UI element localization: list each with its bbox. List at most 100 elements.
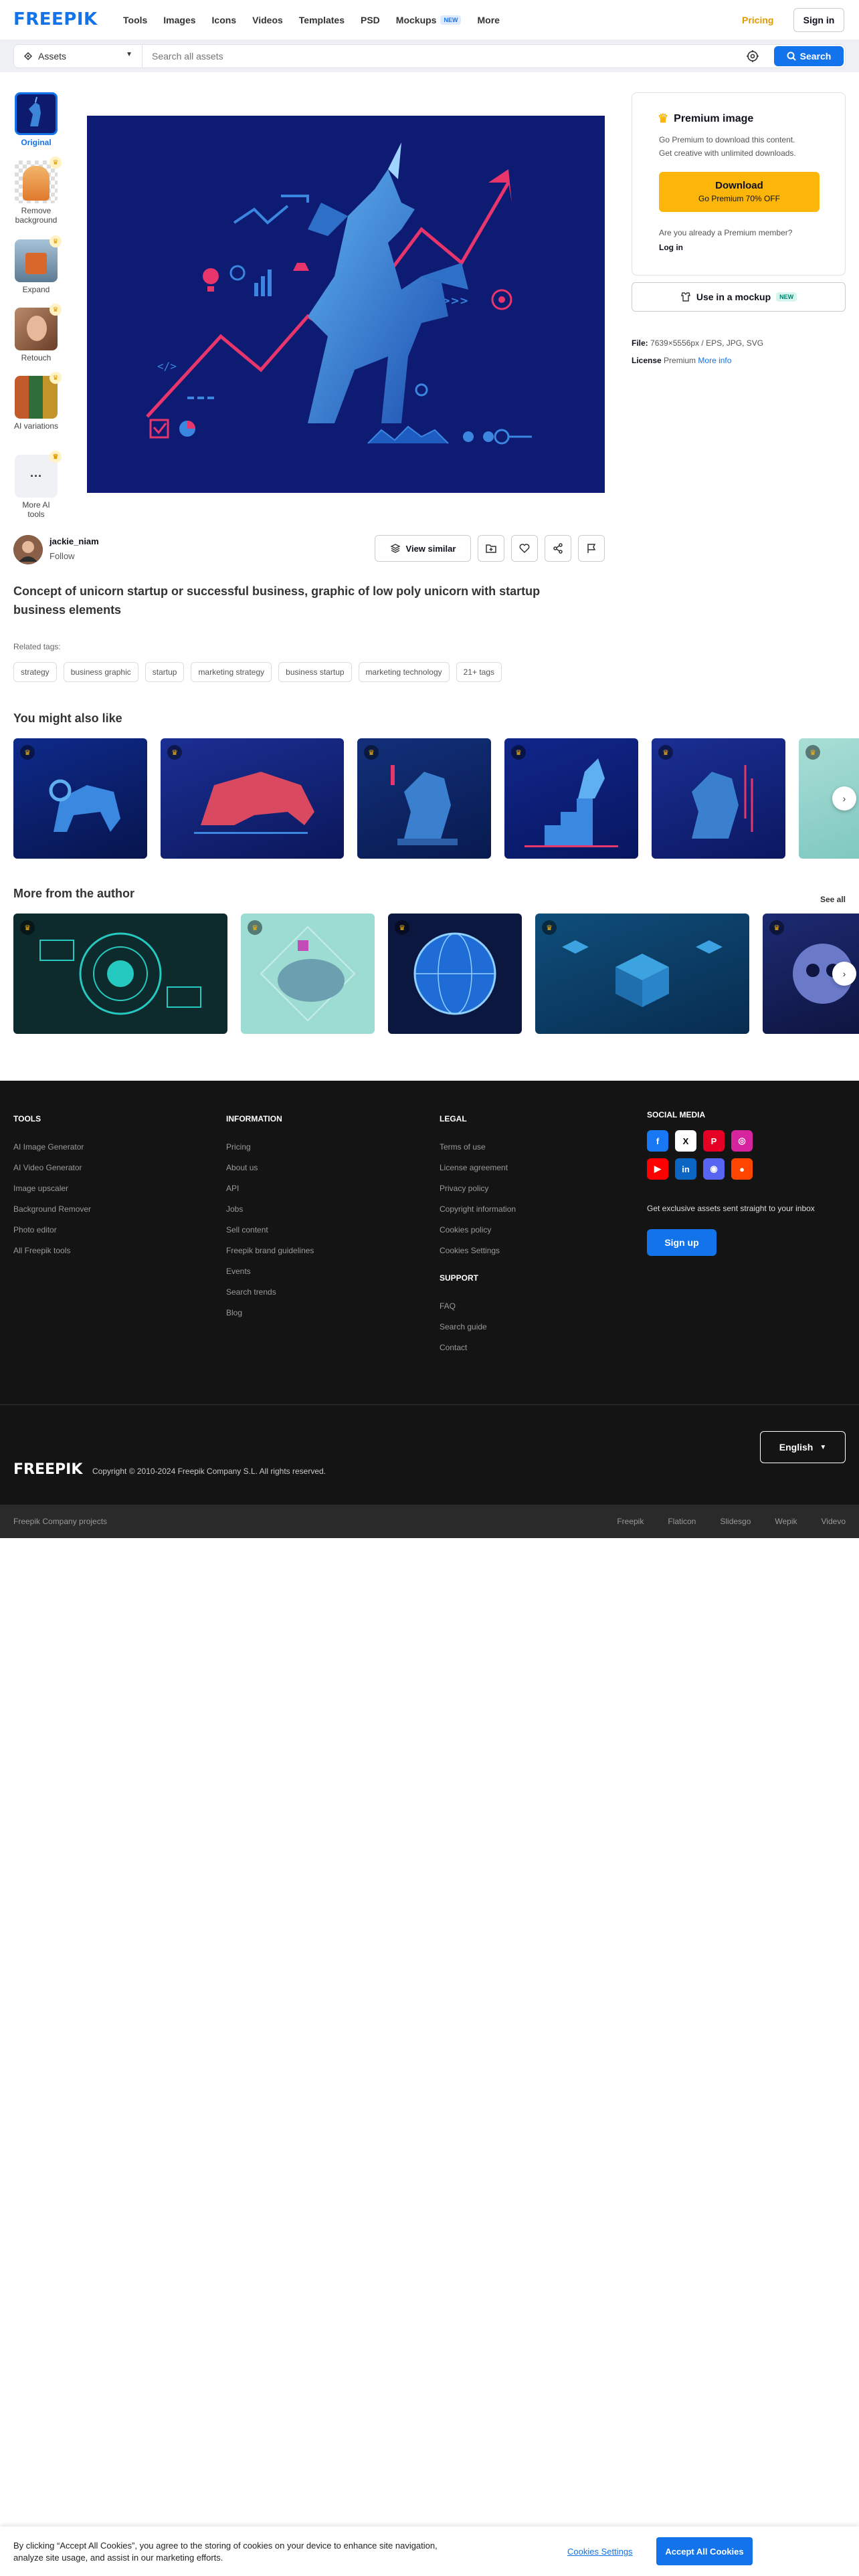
copyright-text: Copyright © 2010-2024 Freepik Company S.… bbox=[92, 1467, 326, 1476]
footer-link[interactable]: Sell content bbox=[226, 1225, 314, 1246]
tag[interactable]: marketing technology bbox=[358, 662, 450, 682]
tag[interactable]: startup bbox=[145, 662, 185, 682]
footer-link[interactable]: FAQ bbox=[440, 1301, 487, 1322]
project-link[interactable]: Freepik bbox=[617, 1517, 644, 1526]
tag[interactable]: business graphic bbox=[63, 662, 138, 682]
footer-link[interactable]: Search guide bbox=[440, 1322, 487, 1343]
add-to-collection-button[interactable] bbox=[478, 535, 504, 562]
author-card[interactable]: ♛ bbox=[241, 914, 375, 1034]
cookies-settings-link[interactable]: Cookies Settings bbox=[567, 2547, 633, 2557]
related-card[interactable]: ♛ bbox=[357, 738, 491, 859]
footer-logo[interactable]: FREEPIK bbox=[13, 1461, 82, 1478]
footer-link[interactable]: Pricing bbox=[226, 1142, 314, 1163]
share-button[interactable] bbox=[545, 535, 571, 562]
author-card[interactable]: ♛ bbox=[535, 914, 749, 1034]
tag-more[interactable]: 21+ tags bbox=[456, 662, 502, 682]
footer-link[interactable]: AI Video Generator bbox=[13, 1163, 91, 1184]
footer-link[interactable]: About us bbox=[226, 1163, 314, 1184]
more-ai-thumbnail: ··· ♛ bbox=[15, 451, 62, 498]
linkedin-icon[interactable]: in bbox=[675, 1158, 696, 1180]
visual-search-icon[interactable] bbox=[745, 49, 760, 64]
sign-in-button[interactable]: Sign in bbox=[793, 8, 844, 32]
footer-link[interactable]: Copyright information bbox=[440, 1204, 516, 1225]
view-similar-button[interactable]: View similar bbox=[375, 535, 471, 562]
project-link[interactable]: Flaticon bbox=[668, 1517, 696, 1526]
footer-link[interactable]: Freepik brand guidelines bbox=[226, 1246, 314, 1267]
footer-link[interactable]: Cookies policy bbox=[440, 1225, 516, 1246]
footer-link[interactable]: Image upscaler bbox=[13, 1184, 91, 1204]
pinterest-icon[interactable]: P bbox=[703, 1130, 725, 1152]
search-button[interactable]: Search bbox=[774, 46, 844, 66]
footer-link[interactable]: Blog bbox=[226, 1308, 314, 1329]
tool-more-ai[interactable]: ··· ♛ More AI tools bbox=[13, 451, 62, 519]
company-projects-links: Freepik Flaticon Slidesgo Wepik Videvo bbox=[617, 1517, 846, 1526]
footer-link[interactable]: All Freepik tools bbox=[13, 1246, 91, 1267]
nav-icons[interactable]: Icons bbox=[212, 15, 237, 25]
author-card[interactable]: ♛ bbox=[13, 914, 227, 1034]
tool-expand[interactable]: ♛ Expand bbox=[13, 235, 62, 294]
see-all-link[interactable]: See all bbox=[820, 895, 846, 904]
footer-link[interactable]: License agreement bbox=[440, 1163, 516, 1184]
nav-mockups[interactable]: Mockups NEW bbox=[396, 15, 462, 25]
carousel-next-button[interactable]: › bbox=[832, 962, 856, 986]
tag[interactable]: marketing strategy bbox=[191, 662, 272, 682]
project-link[interactable]: Videvo bbox=[822, 1517, 846, 1526]
like-button[interactable] bbox=[511, 535, 538, 562]
related-tags-label: Related tags: bbox=[13, 642, 61, 651]
footer-link[interactable]: API bbox=[226, 1184, 314, 1204]
project-link[interactable]: Slidesgo bbox=[720, 1517, 751, 1526]
footer-link[interactable]: Search trends bbox=[226, 1287, 314, 1308]
asset-type-select[interactable]: Assets ▼ bbox=[14, 45, 142, 68]
x-icon[interactable]: X bbox=[675, 1130, 696, 1152]
youtube-icon[interactable]: ▶ bbox=[647, 1158, 668, 1180]
nav-psd[interactable]: PSD bbox=[361, 15, 380, 25]
related-card[interactable]: ♛ bbox=[13, 738, 147, 859]
follow-button[interactable]: Follow bbox=[50, 551, 75, 561]
main-image[interactable]: >>> </> bbox=[87, 116, 605, 493]
sign-up-button[interactable]: Sign up bbox=[647, 1229, 717, 1256]
tool-remove-background[interactable]: ♛ Remove background bbox=[13, 156, 62, 225]
crown-icon: ♛ bbox=[658, 745, 673, 760]
carousel-next-button[interactable]: › bbox=[832, 786, 856, 811]
footer-link[interactable]: Jobs bbox=[226, 1204, 314, 1225]
language-select[interactable]: English ▼ bbox=[760, 1431, 846, 1463]
tag[interactable]: business startup bbox=[278, 662, 352, 682]
footer-link[interactable]: Photo editor bbox=[13, 1225, 91, 1246]
freepik-logo[interactable]: FREEPIK bbox=[13, 9, 98, 29]
report-button[interactable] bbox=[578, 535, 605, 562]
author-name[interactable]: jackie_niam bbox=[50, 536, 99, 546]
login-link[interactable]: Log in bbox=[659, 243, 683, 252]
nav-videos[interactable]: Videos bbox=[252, 15, 283, 25]
tool-ai-variations[interactable]: ♛ AI variations bbox=[13, 372, 62, 431]
author-avatar[interactable] bbox=[13, 535, 43, 564]
footer-link[interactable]: Privacy policy bbox=[440, 1184, 516, 1204]
footer-link[interactable]: Events bbox=[226, 1267, 314, 1287]
nav-images[interactable]: Images bbox=[163, 15, 195, 25]
nav-more[interactable]: More bbox=[477, 15, 499, 25]
footer-link[interactable]: AI Image Generator bbox=[13, 1142, 91, 1163]
discord-icon[interactable]: ◉ bbox=[703, 1158, 725, 1180]
reddit-icon[interactable]: ● bbox=[731, 1158, 753, 1180]
tool-original[interactable]: Original bbox=[13, 92, 59, 147]
footer-link[interactable]: Terms of use bbox=[440, 1142, 516, 1163]
footer-link[interactable]: Background Remover bbox=[13, 1204, 91, 1225]
nav-tools[interactable]: Tools bbox=[123, 15, 147, 25]
footer-link[interactable]: Contact bbox=[440, 1343, 487, 1364]
more-info-link[interactable]: More info bbox=[698, 356, 731, 365]
footer-link[interactable]: Cookies Settings bbox=[440, 1246, 516, 1267]
download-button[interactable]: Download Go Premium 70% OFF bbox=[659, 172, 820, 212]
nav-templates[interactable]: Templates bbox=[299, 15, 345, 25]
project-link[interactable]: Wepik bbox=[775, 1517, 797, 1526]
related-card[interactable]: ♛ bbox=[652, 738, 785, 859]
related-card[interactable]: ♛ bbox=[161, 738, 344, 859]
facebook-icon[interactable]: f bbox=[647, 1130, 668, 1152]
instagram-icon[interactable]: ◎ bbox=[731, 1130, 753, 1152]
search-input[interactable] bbox=[152, 49, 687, 64]
related-card[interactable]: ♛ bbox=[504, 738, 638, 859]
author-card[interactable]: ♛ bbox=[388, 914, 522, 1034]
accept-cookies-button[interactable]: Accept All Cookies bbox=[656, 2537, 753, 2565]
use-in-mockup-button[interactable]: Use in a mockup NEW bbox=[632, 282, 846, 312]
pricing-link[interactable]: Pricing bbox=[742, 15, 773, 25]
tool-retouch[interactable]: ♛ Retouch bbox=[13, 304, 62, 362]
tag[interactable]: strategy bbox=[13, 662, 57, 682]
